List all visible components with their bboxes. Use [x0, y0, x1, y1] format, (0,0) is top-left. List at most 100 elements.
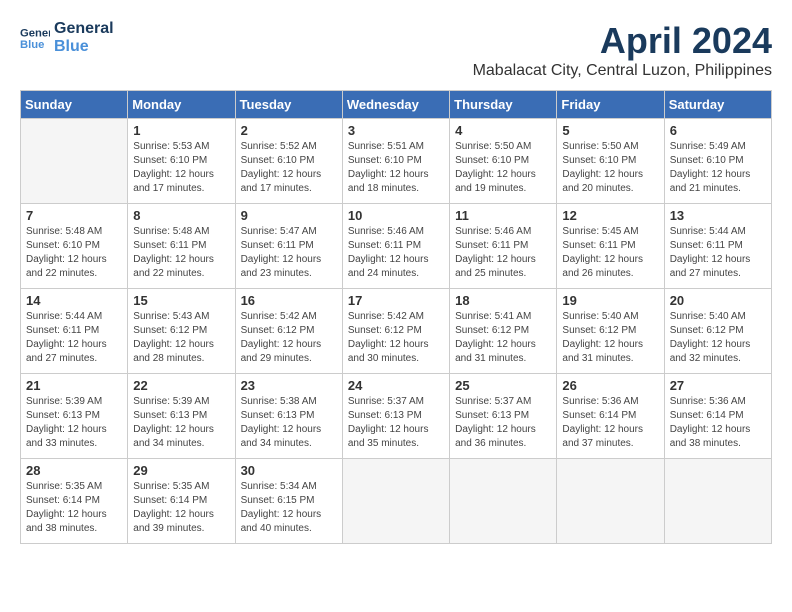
day-number: 21 — [26, 378, 122, 393]
header: General Blue General Blue April 2024 Mab… — [20, 20, 772, 80]
calendar-cell: 4 Sunrise: 5:50 AMSunset: 6:10 PMDaylight… — [450, 119, 557, 204]
calendar-cell: 23Sunrise: 5:38 AMSunset: 6:13 PMDayligh… — [235, 374, 342, 459]
day-number: 30 — [241, 463, 337, 478]
weekday-header-friday: Friday — [557, 91, 664, 119]
calendar-cell: 14 Sunrise: 5:44 AMSunset: 6:11 PMDayligh… — [21, 289, 128, 374]
day-number: 4 — [455, 123, 551, 138]
day-info: Sunrise: 5:48 AMSunset: 6:10 PMDaylight:… — [26, 225, 122, 281]
calendar-cell: 13 Sunrise: 5:44 AMSunset: 6:11 PMDayligh… — [664, 204, 771, 289]
day-number: 18 — [455, 293, 551, 308]
day-number: 14 — [26, 293, 122, 308]
calendar-cell: 5 Sunrise: 5:50 AMSunset: 6:10 PMDaylight… — [557, 119, 664, 204]
day-number: 15 — [133, 293, 229, 308]
weekday-header-wednesday: Wednesday — [342, 91, 449, 119]
day-number: 9 — [241, 208, 337, 223]
day-number: 29 — [133, 463, 229, 478]
day-info: Sunrise: 5:42 AMSunset: 6:12 PMDaylight:… — [348, 310, 444, 366]
calendar-cell: 21 Sunrise: 5:39 AMSunset: 6:13 PMDayligh… — [21, 374, 128, 459]
svg-text:Blue: Blue — [20, 38, 44, 50]
day-info: Sunrise: 5:37 AMSunset: 6:13 PMDaylight:… — [455, 395, 551, 451]
calendar-cell: 6 Sunrise: 5:49 AMSunset: 6:10 PMDaylight… — [664, 119, 771, 204]
week-row-3: 14 Sunrise: 5:44 AMSunset: 6:11 PMDayligh… — [21, 289, 772, 374]
calendar-cell: 7 Sunrise: 5:48 AMSunset: 6:10 PMDaylight… — [21, 204, 128, 289]
calendar-cell: 19 Sunrise: 5:40 AMSunset: 6:12 PMDayligh… — [557, 289, 664, 374]
weekday-header-row: SundayMondayTuesdayWednesdayThursdayFrid… — [21, 91, 772, 119]
day-info: Sunrise: 5:40 AMSunset: 6:12 PMDaylight:… — [562, 310, 658, 366]
calendar-cell: 29 Sunrise: 5:35 AMSunset: 6:14 PMDayligh… — [128, 459, 235, 544]
day-info: Sunrise: 5:49 AMSunset: 6:10 PMDaylight:… — [670, 140, 766, 196]
weekday-header-saturday: Saturday — [664, 91, 771, 119]
day-number: 6 — [670, 123, 766, 138]
logo-line1: General — [54, 20, 114, 38]
day-info: Sunrise: 5:44 AMSunset: 6:11 PMDaylight:… — [670, 225, 766, 281]
logo-icon: General Blue — [20, 23, 50, 53]
month-title: April 2024 — [473, 20, 772, 62]
day-number: 23 — [241, 378, 337, 393]
calendar-cell: 10Sunrise: 5:46 AMSunset: 6:11 PMDayligh… — [342, 204, 449, 289]
calendar-cell: 20 Sunrise: 5:40 AMSunset: 6:12 PMDayligh… — [664, 289, 771, 374]
calendar-cell — [664, 459, 771, 544]
calendar-cell: 27 Sunrise: 5:36 AMSunset: 6:14 PMDayligh… — [664, 374, 771, 459]
day-number: 2 — [241, 123, 337, 138]
calendar-cell — [21, 119, 128, 204]
calendar-cell: 25 Sunrise: 5:37 AMSunset: 6:13 PMDayligh… — [450, 374, 557, 459]
calendar-cell: 8 Sunrise: 5:48 AMSunset: 6:11 PMDaylight… — [128, 204, 235, 289]
day-number: 24 — [348, 378, 444, 393]
day-number: 26 — [562, 378, 658, 393]
day-info: Sunrise: 5:50 AMSunset: 6:10 PMDaylight:… — [562, 140, 658, 196]
calendar-cell: 2 Sunrise: 5:52 AMSunset: 6:10 PMDaylight… — [235, 119, 342, 204]
calendar-cell: 9 Sunrise: 5:47 AMSunset: 6:11 PMDaylight… — [235, 204, 342, 289]
day-number: 27 — [670, 378, 766, 393]
calendar-table: SundayMondayTuesdayWednesdayThursdayFrid… — [20, 90, 772, 544]
logo-line2: Blue — [54, 38, 114, 56]
day-info: Sunrise: 5:48 AMSunset: 6:11 PMDaylight:… — [133, 225, 229, 281]
calendar-cell: 17 Sunrise: 5:42 AMSunset: 6:12 PMDayligh… — [342, 289, 449, 374]
day-info: Sunrise: 5:45 AMSunset: 6:11 PMDaylight:… — [562, 225, 658, 281]
calendar-cell: 16Sunrise: 5:42 AMSunset: 6:12 PMDayligh… — [235, 289, 342, 374]
day-number: 13 — [670, 208, 766, 223]
title-area: April 2024 Mabalacat City, Central Luzon… — [473, 20, 772, 80]
day-info: Sunrise: 5:43 AMSunset: 6:12 PMDaylight:… — [133, 310, 229, 366]
day-number: 16 — [241, 293, 337, 308]
calendar-cell: 22Sunrise: 5:39 AMSunset: 6:13 PMDayligh… — [128, 374, 235, 459]
weekday-header-monday: Monday — [128, 91, 235, 119]
day-number: 28 — [26, 463, 122, 478]
weekday-header-sunday: Sunday — [21, 91, 128, 119]
day-info: Sunrise: 5:40 AMSunset: 6:12 PMDaylight:… — [670, 310, 766, 366]
day-info: Sunrise: 5:36 AMSunset: 6:14 PMDaylight:… — [670, 395, 766, 451]
day-number: 7 — [26, 208, 122, 223]
day-info: Sunrise: 5:53 AMSunset: 6:10 PMDaylight:… — [133, 140, 229, 196]
day-number: 20 — [670, 293, 766, 308]
logo: General Blue General Blue — [20, 20, 114, 55]
day-info: Sunrise: 5:44 AMSunset: 6:11 PMDaylight:… — [26, 310, 122, 366]
calendar-cell — [450, 459, 557, 544]
day-number: 5 — [562, 123, 658, 138]
calendar-cell: 15 Sunrise: 5:43 AMSunset: 6:12 PMDayligh… — [128, 289, 235, 374]
week-row-4: 21 Sunrise: 5:39 AMSunset: 6:13 PMDayligh… — [21, 374, 772, 459]
day-info: Sunrise: 5:52 AMSunset: 6:10 PMDaylight:… — [241, 140, 337, 196]
calendar-cell: 26 Sunrise: 5:36 AMSunset: 6:14 PMDayligh… — [557, 374, 664, 459]
weekday-header-tuesday: Tuesday — [235, 91, 342, 119]
day-info: Sunrise: 5:51 AMSunset: 6:10 PMDaylight:… — [348, 140, 444, 196]
day-number: 12 — [562, 208, 658, 223]
calendar-cell: 18 Sunrise: 5:41 AMSunset: 6:12 PMDayligh… — [450, 289, 557, 374]
calendar-cell: 12 Sunrise: 5:45 AMSunset: 6:11 PMDayligh… — [557, 204, 664, 289]
day-number: 19 — [562, 293, 658, 308]
day-number: 11 — [455, 208, 551, 223]
week-row-2: 7 Sunrise: 5:48 AMSunset: 6:10 PMDaylight… — [21, 204, 772, 289]
day-info: Sunrise: 5:39 AMSunset: 6:13 PMDaylight:… — [26, 395, 122, 451]
week-row-1: 1Sunrise: 5:53 AMSunset: 6:10 PMDaylight… — [21, 119, 772, 204]
svg-text:General: General — [20, 27, 50, 39]
day-number: 25 — [455, 378, 551, 393]
calendar-cell: 11Sunrise: 5:46 AMSunset: 6:11 PMDayligh… — [450, 204, 557, 289]
calendar-cell: 24Sunrise: 5:37 AMSunset: 6:13 PMDayligh… — [342, 374, 449, 459]
calendar-cell: 1Sunrise: 5:53 AMSunset: 6:10 PMDaylight… — [128, 119, 235, 204]
day-info: Sunrise: 5:34 AMSunset: 6:15 PMDaylight:… — [241, 480, 337, 536]
day-number: 8 — [133, 208, 229, 223]
day-info: Sunrise: 5:41 AMSunset: 6:12 PMDaylight:… — [455, 310, 551, 366]
day-info: Sunrise: 5:35 AMSunset: 6:14 PMDaylight:… — [133, 480, 229, 536]
day-info: Sunrise: 5:50 AMSunset: 6:10 PMDaylight:… — [455, 140, 551, 196]
day-number: 17 — [348, 293, 444, 308]
day-info: Sunrise: 5:36 AMSunset: 6:14 PMDaylight:… — [562, 395, 658, 451]
day-info: Sunrise: 5:47 AMSunset: 6:11 PMDaylight:… — [241, 225, 337, 281]
